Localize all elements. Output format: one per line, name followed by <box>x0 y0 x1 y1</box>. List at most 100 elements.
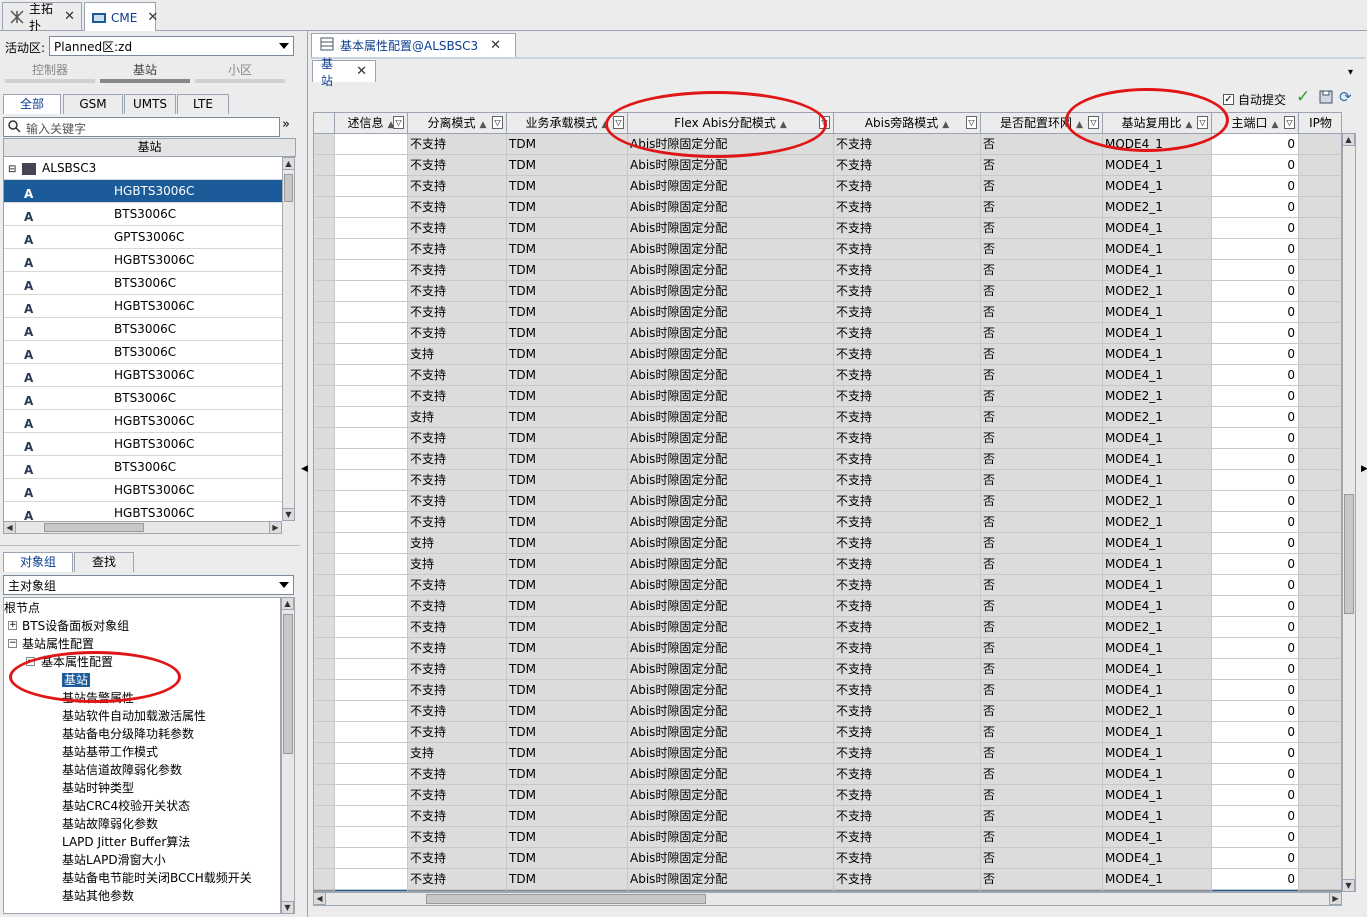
table-cell[interactable]: 否 <box>981 239 1103 260</box>
table-cell[interactable]: TDM <box>507 701 628 722</box>
table-cell[interactable]: 不支持 <box>834 722 981 743</box>
filter-icon[interactable]: ▽ <box>819 116 830 129</box>
row-header-cell[interactable] <box>314 806 335 827</box>
table-cell[interactable]: Abis时隙固定分配 <box>628 407 834 428</box>
table-row[interactable]: 支持 TDM Abis时隙固定分配 不支持否 MODE4_1 0 <box>314 533 1341 554</box>
list-item[interactable]: A HGBTS3006C <box>4 180 282 203</box>
table-cell[interactable]: 不支持 <box>834 575 981 596</box>
table-cell[interactable]: 不支持 <box>408 575 507 596</box>
table-cell[interactable]: Abis时隙固定分配 <box>628 323 834 344</box>
row-header-cell[interactable] <box>314 155 335 176</box>
table-cell[interactable] <box>335 323 408 344</box>
tree-leaf[interactable]: 基站故障弱化参数 <box>62 815 158 833</box>
table-cell[interactable] <box>335 680 408 701</box>
table-cell[interactable]: 0 <box>1212 827 1299 848</box>
tree-leaf[interactable]: LAPD Jitter Buffer算法 <box>62 833 190 851</box>
table-cell[interactable]: 否 <box>981 869 1103 890</box>
table-cell[interactable]: 否 <box>981 491 1103 512</box>
table-cell[interactable]: 0 <box>1212 302 1299 323</box>
table-cell[interactable]: Abis时隙固定分配 <box>628 386 834 407</box>
row-header-cell[interactable] <box>314 470 335 491</box>
table-cell[interactable]: MODE4_1 <box>1103 575 1212 596</box>
row-header-cell[interactable] <box>314 407 335 428</box>
list-item[interactable]: A HGBTS3006C <box>4 295 282 318</box>
table-cell[interactable]: 否 <box>981 680 1103 701</box>
table-row[interactable]: 不支持TDMAbis时隙固定分配不支持否MODE4_10 <box>314 176 1341 197</box>
table-cell[interactable]: MODE4_1 <box>1103 344 1212 365</box>
table-cell[interactable]: MODE4_1 <box>1103 218 1212 239</box>
row-header-cell[interactable] <box>314 512 335 533</box>
sort-asc-icon[interactable]: ▲ <box>780 120 787 130</box>
filter-icon[interactable]: ▽ <box>492 116 503 129</box>
table-cell[interactable]: 支持 <box>408 554 507 575</box>
table-cell[interactable]: MODE4_1 <box>1103 596 1212 617</box>
table-cell[interactable]: 否 <box>981 848 1103 869</box>
table-cell[interactable]: 不支持 <box>408 848 507 869</box>
tree-node-basic-attr[interactable]: 基本属性配置 <box>41 653 113 671</box>
table-cell[interactable]: TDM <box>507 869 628 890</box>
tree-node-bts-attr[interactable]: 基站属性配置 <box>22 635 94 653</box>
scroll-thumb[interactable] <box>284 174 293 202</box>
table-cell[interactable]: 不支持 <box>834 512 981 533</box>
table-row[interactable]: 不支持TDMAbis时隙固定分配不支持否MODE4_10 <box>314 764 1341 785</box>
active-area-select[interactable]: Planned区:zd <box>49 36 294 56</box>
table-cell[interactable]: Abis时隙固定分配 <box>628 512 834 533</box>
table-cell[interactable]: 不支持 <box>408 638 507 659</box>
table-cell[interactable]: 不支持 <box>834 365 981 386</box>
row-header-cell[interactable] <box>314 764 335 785</box>
object-group-select[interactable]: 主对象组 <box>3 575 294 595</box>
row-header-cell[interactable] <box>314 680 335 701</box>
table-cell[interactable]: 不支持 <box>834 218 981 239</box>
table-cell[interactable]: TDM <box>507 344 628 365</box>
table-row[interactable]: 不支持TDMAbis时隙固定分配不支持否MODE4_10 <box>314 218 1341 239</box>
list-item[interactable]: A GPTS3006C <box>4 226 282 249</box>
table-cell[interactable]: TDM <box>507 722 628 743</box>
table-cell[interactable] <box>335 512 408 533</box>
table-cell[interactable]: 不支持 <box>834 449 981 470</box>
table-cell[interactable]: 不支持 <box>408 806 507 827</box>
tab-find[interactable]: 查找 <box>74 552 134 572</box>
table-cell[interactable]: Abis时隙固定分配 <box>628 785 834 806</box>
tab-cme[interactable]: CME ✕ <box>84 2 158 32</box>
scroll-thumb[interactable] <box>426 894 706 904</box>
tree-leaf[interactable]: 基站信道故障弱化参数 <box>62 761 182 779</box>
list-item[interactable]: A HGBTS3006C <box>4 502 282 521</box>
table-cell[interactable]: 不支持 <box>834 491 981 512</box>
table-cell[interactable]: MODE4_1 <box>1103 428 1212 449</box>
row-header-cell[interactable] <box>314 659 335 680</box>
filter-icon[interactable]: ▽ <box>966 116 977 129</box>
table-cell[interactable]: 不支持 <box>408 449 507 470</box>
table-cell[interactable]: TDM <box>507 596 628 617</box>
table-cell[interactable]: 0 <box>1212 848 1299 869</box>
table-vertical-scrollbar[interactable]: ▲ ▼ <box>1342 133 1356 892</box>
sort-asc-icon[interactable]: ▲ <box>942 120 949 130</box>
table-cell[interactable]: TDM <box>507 302 628 323</box>
tab-gsm[interactable]: GSM <box>63 94 123 114</box>
table-cell[interactable]: 不支持 <box>834 407 981 428</box>
tab-object-group[interactable]: 对象组 <box>3 552 73 572</box>
table-cell[interactable]: TDM <box>507 554 628 575</box>
table-cell[interactable]: MODE4_1 <box>1103 470 1212 491</box>
double-chevron-right-icon[interactable]: » <box>282 117 290 132</box>
table-cell[interactable]: Abis时隙固定分配 <box>628 722 834 743</box>
table-cell[interactable]: 否 <box>981 827 1103 848</box>
expand-icon[interactable]: + <box>8 621 17 630</box>
row-header-cell[interactable] <box>314 260 335 281</box>
table-cell[interactable]: MODE4_1 <box>1103 806 1212 827</box>
list-item[interactable]: A HGBTS3006C <box>4 364 282 387</box>
table-cell[interactable]: MODE2_1 <box>1103 386 1212 407</box>
table-cell[interactable]: 不支持 <box>408 323 507 344</box>
table-cell[interactable] <box>335 470 408 491</box>
table-cell[interactable] <box>335 239 408 260</box>
table-cell[interactable]: 否 <box>981 260 1103 281</box>
table-cell[interactable] <box>335 617 408 638</box>
table-cell[interactable]: MODE4_1 <box>1103 848 1212 869</box>
table-cell[interactable] <box>335 596 408 617</box>
table-cell[interactable]: TDM <box>507 533 628 554</box>
table-row[interactable]: 不支持TDMAbis时隙固定分配不支持否MODE4_10 <box>314 302 1341 323</box>
row-header-cell[interactable] <box>314 722 335 743</box>
scroll-thumb[interactable] <box>44 523 144 532</box>
table-row[interactable]: 不支持TDMAbis时隙固定分配不支持否MODE4_10 <box>314 785 1341 806</box>
search-input[interactable]: 输入关键字 <box>3 117 280 137</box>
table-row[interactable]: 不支持TDMAbis时隙固定分配不支持否MODE4_10 <box>314 722 1341 743</box>
